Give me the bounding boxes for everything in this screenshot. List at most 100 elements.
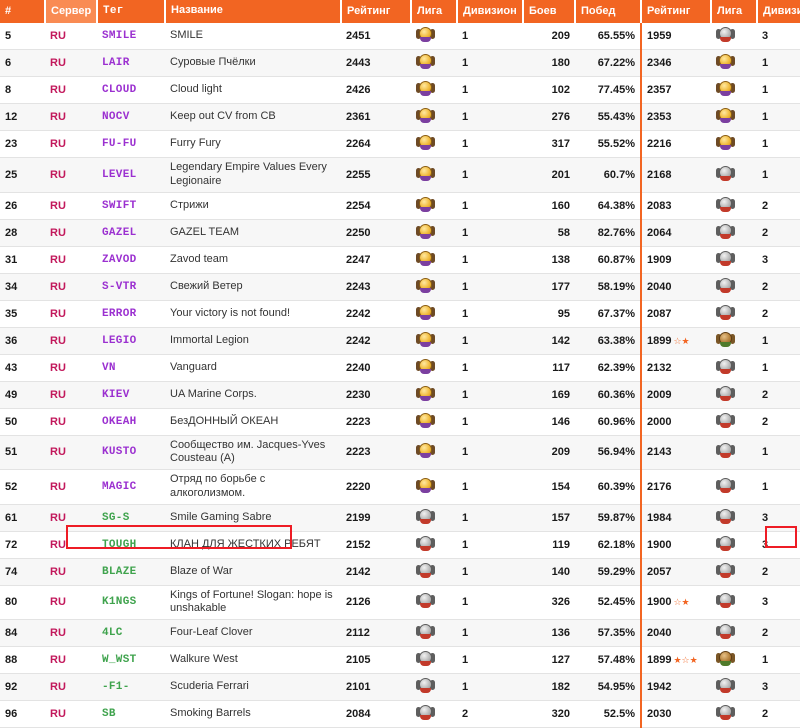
table-row[interactable]: 52 RU MAGIC Отряд по борьбе с алкоголизмом.… (0, 469, 800, 505)
cell-tag[interactable]: ERROR (97, 300, 165, 328)
cell-tag[interactable]: -F1- (97, 673, 165, 701)
table-row[interactable]: 84 RU 4LC Four-Leaf Clover 2112 1 136 57.35% 204… (0, 619, 800, 647)
table-row[interactable]: 28RUGAZELGAZEL TEAM225015882.76%20642292… (0, 219, 800, 247)
cell-tag[interactable]: LEGIO (97, 327, 165, 355)
cell-clan-name[interactable]: Furry Fury (165, 130, 341, 158)
header-wins-1[interactable]: Побед (575, 0, 642, 23)
cell-division-1: 1 (457, 646, 523, 674)
table-row[interactable]: 8RUCLOUDCloud light2426110277.45%2357115… (0, 76, 800, 104)
table-row[interactable]: 31RUZAVODZavod team2247113860.87%1909312… (0, 246, 800, 274)
table-row[interactable]: 43RUVNVanguard2240111762.39%2132116356.4… (0, 354, 800, 382)
cell-tag[interactable]: MAGIC (97, 469, 165, 505)
cell-rating-2: 2132 (640, 354, 711, 382)
cell-clan-name[interactable]: Four-Leaf Clover (165, 619, 341, 647)
table-row[interactable]: 25 RU LEVEL Legendary Empire Values Every L… (0, 157, 800, 193)
cell-tag[interactable]: SWIFT (97, 192, 165, 220)
table-row[interactable]: 96RUSBSmoking Barrels2084232052.5%203022… (0, 700, 800, 728)
cell-league-2 (711, 469, 757, 505)
header-name[interactable]: Название (165, 0, 342, 23)
table-row[interactable]: 80 RU K1NGS Kings of Fortune! Slogan: hope … (0, 585, 800, 620)
cell-league-1 (411, 246, 457, 274)
league-badge-gold (416, 304, 435, 321)
table-row[interactable]: 74 RU BLAZE Blaze of War 2142 1 140 59.29% 2057 2… (0, 558, 800, 586)
cell-server: RU (45, 619, 97, 647)
cell-tag[interactable]: S-VTR (97, 273, 165, 301)
cell-tag[interactable]: SMILE (97, 23, 165, 50)
table-row[interactable]: 35 RU ERROR Your victory is not found! 2242 1… (0, 300, 800, 328)
cell-tag[interactable]: LEVEL (97, 157, 165, 193)
cell-tag[interactable]: VN (97, 354, 165, 382)
cell-clan-name[interactable]: Your victory is not found! (165, 300, 341, 328)
cell-clan-name[interactable]: Zavod team (165, 246, 341, 274)
cell-tag[interactable]: BLAZE (97, 558, 165, 586)
cell-rating-1: 2142 (341, 558, 411, 586)
cell-league-1 (411, 504, 457, 532)
table-row[interactable]: 6 RU LAIR Суровые Пчёлки 2443 1 180 67.22% 2346 1… (0, 49, 800, 77)
cell-clan-name[interactable]: Суровые Пчёлки (165, 49, 341, 77)
table-row[interactable]: 26RUSWIFTСтрижи2254116064.38%2083218355.… (0, 192, 800, 220)
cell-tag[interactable]: K1NGS (97, 585, 165, 620)
table-row[interactable]: 88 RU W_WST Walkure West 2105 1 127 57.48% 1899 ★… (0, 646, 800, 674)
cell-clan-name[interactable]: SMILE (165, 23, 341, 50)
table-row[interactable]: 23RUFU-FUFurry Fury2264131755.52%2216112… (0, 130, 800, 158)
header-league-1[interactable]: Лига (411, 0, 458, 23)
cell-clan-name[interactable]: Свежий Ветер (165, 273, 341, 301)
cell-clan-name[interactable]: Scuderia Ferrari (165, 673, 341, 701)
cell-clan-name[interactable]: Smoking Barrels (165, 700, 341, 728)
cell-rating-1: 2105 (341, 646, 411, 674)
cell-clan-name[interactable]: Smile Gaming Sabre (165, 504, 341, 532)
cell-tag[interactable]: KUSTO (97, 435, 165, 470)
cell-rating-1: 2126 (341, 585, 411, 620)
table-row[interactable]: 34 RU S-VTR Свежий Ветер 2243 1 177 58.19% 2040 2… (0, 273, 800, 301)
league-badge-silver (716, 223, 735, 240)
cell-clan-name[interactable]: Keep out CV from CB (165, 103, 341, 131)
cell-clan-name[interactable]: GAZEL TEAM (165, 219, 341, 247)
cell-tag[interactable]: CLOUD (97, 76, 165, 104)
cell-clan-name[interactable]: UA Marine Corps. (165, 381, 341, 409)
cell-tag[interactable]: SG-S (97, 504, 165, 532)
cell-clan-name[interactable]: Vanguard (165, 354, 341, 382)
cell-clan-name[interactable]: Blaze of War (165, 558, 341, 586)
cell-tag[interactable]: 4LC (97, 619, 165, 647)
cell-clan-name[interactable]: Kings of Fortune! Slogan: hope is unshak… (165, 585, 341, 620)
cell-rating-2: 2143 (640, 435, 711, 470)
cell-tag[interactable]: GAZEL (97, 219, 165, 247)
cell-division-1: 1 (457, 103, 523, 131)
table-row[interactable]: 92 RU -F1- Scuderia Ferrari 2101 1 182 54.95% 19… (0, 673, 800, 701)
header-league-2[interactable]: Лига (711, 0, 758, 23)
table-row[interactable]: 51 RU KUSTO Сообщество им. Jacques-Yves Cou… (0, 435, 800, 470)
cell-clan-name[interactable]: БезДОННЫЙ ОКЕАН (165, 408, 341, 436)
cell-clan-name[interactable]: Walkure West (165, 646, 341, 674)
cell-tag[interactable]: ZAVOD (97, 246, 165, 274)
header-server[interactable]: Сервер▼ (45, 0, 98, 23)
table-row[interactable]: 36 RU LEGIO Immortal Legion 2242 1 142 63.38% 18… (0, 327, 800, 355)
cell-tag[interactable]: LAIR (97, 49, 165, 77)
cell-tag[interactable]: KIEV (97, 381, 165, 409)
cell-rating-1: 2243 (341, 273, 411, 301)
header-rank[interactable]: # (0, 0, 46, 23)
cell-clan-name[interactable]: Сообщество им. Jacques-Yves Cousteau (A) (165, 435, 341, 470)
cell-clan-name[interactable]: Стрижи (165, 192, 341, 220)
table-row[interactable]: 12 RU NOCV Keep out CV from CB 2361 1 276 55.43… (0, 103, 800, 131)
cell-tag[interactable]: FU-FU (97, 130, 165, 158)
table-row[interactable]: 5RUSMILESMILE2451120965.55%195934967.35%… (0, 23, 800, 50)
cell-clan-name[interactable]: Отряд по борьбе с алкоголизмом. (165, 469, 341, 505)
cell-league-1 (411, 130, 457, 158)
header-battles-1[interactable]: Боев (523, 0, 576, 23)
cell-tag[interactable]: SB (97, 700, 165, 728)
header-tag[interactable]: Тег (97, 0, 166, 23)
cell-clan-name[interactable]: Cloud light (165, 76, 341, 104)
header-division-2[interactable]: Дивизион (757, 0, 800, 23)
cell-tag[interactable]: OKEAH (97, 408, 165, 436)
cell-tag[interactable]: W_WST (97, 646, 165, 674)
header-division-1[interactable]: Дивизион (457, 0, 524, 23)
cell-division-1: 1 (457, 354, 523, 382)
table-row[interactable]: 50 RU OKEAH БезДОННЫЙ ОКЕАН 2223 1 146 60.96% 20… (0, 408, 800, 436)
table-row[interactable]: 49 RU KIEV UA Marine Corps. 2230 1 169 60.36% 20… (0, 381, 800, 409)
cell-tag[interactable]: NOCV (97, 103, 165, 131)
cell-clan-name[interactable]: Immortal Legion (165, 327, 341, 355)
header-rating-2[interactable]: Рейтинг (641, 0, 712, 23)
header-rating-1[interactable]: Рейтинг (341, 0, 412, 23)
cell-clan-name[interactable]: Legendary Empire Values Every Legionaire (165, 157, 341, 193)
table-row[interactable]: 61 RU SG-S Smile Gaming Sabre 2199 1 157 59.87%… (0, 504, 800, 532)
